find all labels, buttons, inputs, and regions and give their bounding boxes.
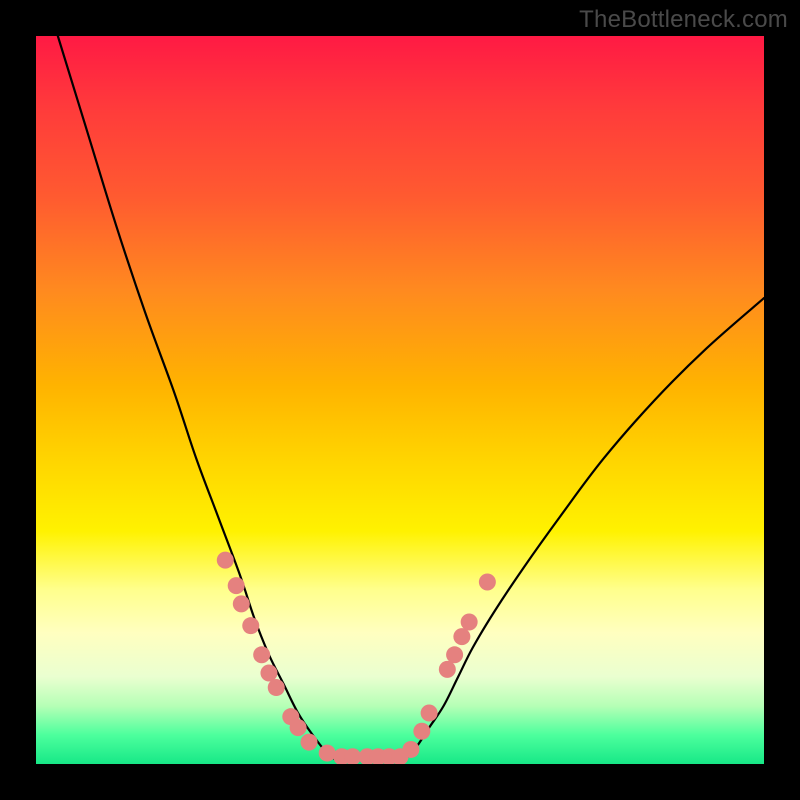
scatter-dot	[461, 614, 478, 631]
scatter-dot	[217, 552, 234, 569]
scatter-dot	[402, 741, 419, 758]
scatter-dot	[446, 646, 463, 663]
scatter-dot	[421, 705, 438, 722]
scatter-dot	[301, 734, 318, 751]
chart-frame: TheBottleneck.com	[0, 0, 800, 800]
chart-svg	[36, 36, 764, 764]
scatter-dot	[268, 679, 285, 696]
curve-right-curve	[400, 298, 764, 764]
scatter-group	[217, 552, 496, 764]
watermark-text: TheBottleneck.com	[579, 6, 788, 34]
scatter-dot	[439, 661, 456, 678]
scatter-dot	[453, 628, 470, 645]
scatter-dot	[290, 719, 307, 736]
scatter-dot	[319, 745, 336, 762]
scatter-dot	[242, 617, 259, 634]
scatter-dot	[413, 723, 430, 740]
scatter-dot	[253, 646, 270, 663]
curve-group	[58, 36, 764, 764]
scatter-dot	[260, 665, 277, 682]
scatter-dot	[479, 574, 496, 591]
curve-left-curve	[58, 36, 342, 764]
plot-area	[36, 36, 764, 764]
scatter-dot	[228, 577, 245, 594]
scatter-dot	[233, 595, 250, 612]
